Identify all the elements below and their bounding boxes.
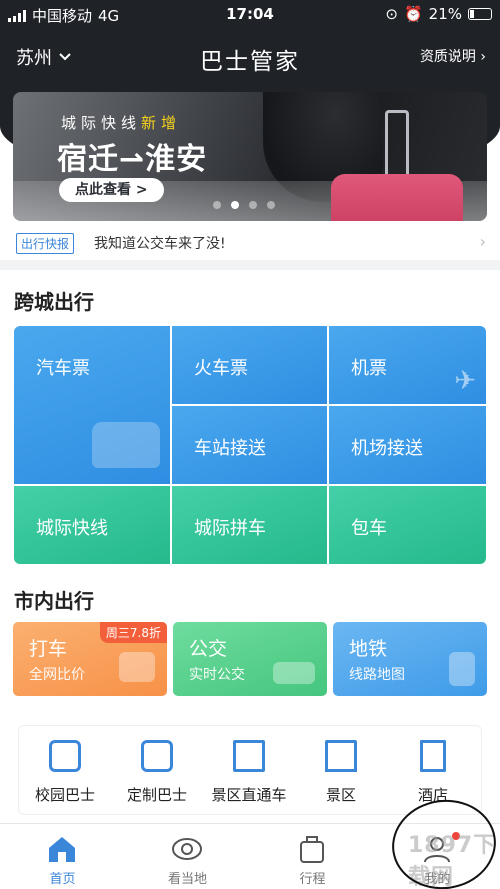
suitcase-handle (385, 110, 409, 180)
tile-flight-ticket[interactable]: 机票 ✈ (329, 326, 486, 404)
pagination-dot[interactable] (213, 201, 221, 209)
taxi-title: 打车 (29, 638, 68, 660)
banner-view-button[interactable]: 点此查看 > (59, 178, 164, 202)
news-text: 我知道公交车来了没! (94, 236, 226, 252)
tab-trips[interactable]: 行程 (250, 824, 375, 889)
pagination-dot[interactable] (267, 201, 275, 209)
quick-item-scenic-shuttle[interactable]: 景区直通车 (203, 726, 295, 816)
cross-city-grid: 汽车票 火车票 机票 ✈ 车站接送 机场接送 城际快线 城际拼车 包车 (14, 326, 486, 564)
tab-local[interactable]: 看当地 (125, 824, 250, 889)
battery-label: 21% (428, 5, 462, 23)
bus-title: 公交 (189, 638, 228, 660)
tile-bus-ticket[interactable]: 汽车票 (14, 326, 170, 484)
pagination-dot[interactable] (249, 201, 257, 209)
home-icon (49, 837, 75, 862)
quick-item-label: 景区直通车 (211, 786, 287, 804)
tile-airport-transfer[interactable]: 机场接送 (329, 406, 486, 484)
chevron-right-icon: › (479, 232, 486, 251)
luggage-icon (300, 836, 324, 863)
tile-label: 城际快线 (36, 518, 108, 539)
news-tag: 出行快报 (16, 233, 75, 254)
tile-label: 车站接送 (194, 438, 266, 459)
scenic-icon (325, 740, 357, 772)
pagination-dot-active[interactable] (231, 201, 239, 209)
metro-card[interactable]: 地铁 线路地图 (333, 622, 487, 696)
custom-bus-icon (141, 740, 173, 772)
campus-bus-icon (49, 740, 81, 772)
metro-title: 地铁 (349, 638, 388, 660)
quick-services: 校园巴士 定制巴士 景区直通车 景区 酒店 (18, 725, 482, 815)
scenic-shuttle-icon (233, 740, 265, 772)
tile-label: 城际拼车 (194, 518, 266, 539)
suitcase-image (331, 174, 463, 221)
quick-item-scenic[interactable]: 景区 (295, 726, 387, 816)
promo-badge: 周三7.8折 (99, 622, 167, 643)
tile-label: 汽车票 (36, 358, 90, 379)
car-icon (119, 652, 155, 682)
tab-label: 行程 (299, 872, 326, 887)
bus-icon (273, 662, 315, 684)
promo-banner[interactable]: 城际快线新增 宿迁⇀淮安 点此查看 > (13, 92, 487, 221)
qualification-label: 资质说明 (419, 49, 476, 65)
rotation-lock-icon: ⊙ (385, 5, 398, 23)
in-city-title: 市内出行 (14, 589, 94, 613)
eye-icon (172, 838, 202, 860)
alarm-icon: ⏰ (403, 5, 423, 23)
tile-label: 机票 (351, 358, 387, 379)
quick-item-label: 定制巴士 (126, 786, 187, 804)
tile-intercity-carpool[interactable]: 城际拼车 (172, 486, 327, 564)
status-right: ⊙ ⏰ 21% (385, 5, 492, 23)
banner-subtitle: 城际快线新增 (61, 112, 181, 133)
tab-label: 看当地 (167, 872, 207, 887)
taxi-subtitle: 全网比价 (29, 667, 85, 683)
qualification-link[interactable]: 资质说明 › (420, 46, 486, 66)
plane-icon: ✈ (454, 366, 476, 396)
bus-card[interactable]: 公交 实时公交 (173, 622, 327, 696)
taxi-card[interactable]: 打车 全网比价 周三7.8折 (13, 622, 167, 696)
quick-item-custom-bus[interactable]: 定制巴士 (111, 726, 203, 816)
banner-subtitle-highlight: 新增 (141, 114, 182, 132)
tile-train-ticket[interactable]: 火车票 (172, 326, 327, 404)
news-ticker[interactable]: 出行快报 我知道公交车来了没! › (0, 226, 500, 258)
banner-route: 宿迁⇀淮安 (57, 142, 208, 177)
tab-home[interactable]: 首页 (0, 824, 125, 889)
app-header: 苏州 巴士管家 资质说明 › (0, 28, 500, 88)
chevron-right-icon: › (480, 49, 486, 65)
metro-subtitle: 线路地图 (349, 667, 405, 683)
tile-label: 包车 (351, 518, 387, 539)
tab-label: 首页 (49, 872, 76, 887)
tile-label: 机场接送 (351, 438, 423, 459)
bus-icon (92, 422, 160, 468)
hotel-icon (420, 740, 446, 772)
status-bar: 中国移动 4G 17:04 ⊙ ⏰ 21% (0, 0, 500, 28)
quick-item-label: 景区 (325, 786, 356, 804)
bus-subtitle: 实时公交 (189, 667, 245, 683)
metro-icon (449, 652, 475, 686)
section-divider (0, 260, 500, 270)
tile-label: 火车票 (194, 358, 248, 379)
battery-icon (468, 8, 492, 20)
banner-subtitle-prefix: 城际快线 (61, 114, 142, 132)
tile-charter[interactable]: 包车 (329, 486, 486, 564)
cross-city-title: 跨城出行 (14, 290, 94, 314)
quick-item-label: 校园巴士 (34, 786, 95, 804)
quick-item-campus-bus[interactable]: 校园巴士 (19, 726, 111, 816)
tile-intercity-express[interactable]: 城际快线 (14, 486, 170, 564)
tile-station-transfer[interactable]: 车站接送 (172, 406, 327, 484)
banner-pagination (213, 201, 275, 209)
